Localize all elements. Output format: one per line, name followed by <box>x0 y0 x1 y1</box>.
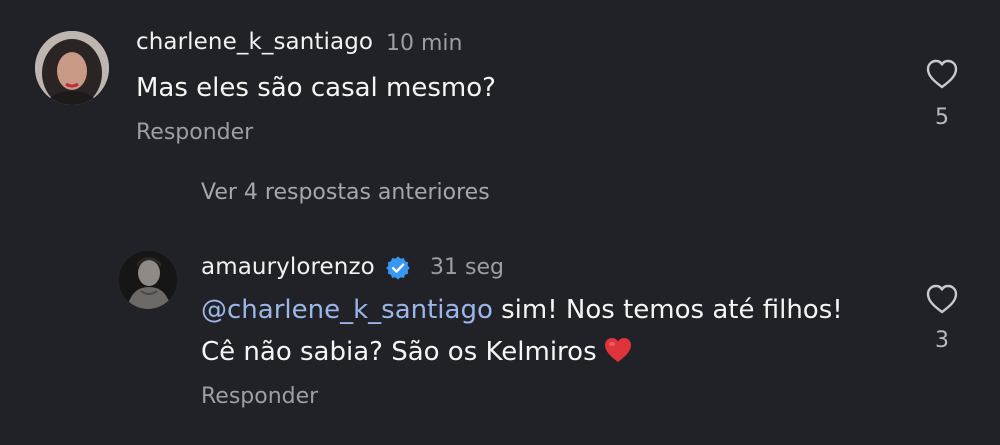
like-count: 5 <box>935 105 949 130</box>
verified-badge-icon <box>385 255 411 281</box>
user-photo-avatar <box>119 251 177 309</box>
view-previous-replies-link[interactable]: Ver 4 respostas anteriores <box>201 180 490 205</box>
reply-text-line-2: Cê não sabia? São os Kelmiros <box>201 332 633 372</box>
reply-username[interactable]: amaurylorenzo <box>201 254 375 280</box>
like-button[interactable] <box>925 283 959 315</box>
reply-timestamp: 31 seg <box>430 255 504 280</box>
comment-thread: charlene_k_santiago 10 min Mas eles são … <box>0 0 1000 445</box>
mention-link[interactable]: @charlene_k_santiago <box>201 295 493 325</box>
comment-username[interactable]: charlene_k_santiago <box>136 29 373 55</box>
reply-text-line-1: @charlene_k_santiago sim! Nos temos até … <box>201 290 843 330</box>
like-button[interactable] <box>925 58 959 90</box>
reply-text-segment: sim! Nos temos até filhos! <box>492 295 843 325</box>
user-photo-avatar <box>35 31 109 105</box>
avatar[interactable] <box>35 31 109 105</box>
reply-text-segment: Cê não sabia? São os Kelmiros <box>201 337 597 367</box>
heart-outline-icon <box>926 284 958 314</box>
avatar[interactable] <box>119 251 177 309</box>
reply-button[interactable]: Responder <box>201 384 318 409</box>
red-heart-emoji <box>603 336 633 364</box>
like-count: 3 <box>935 328 949 353</box>
comment-text: Mas eles são casal mesmo? <box>136 73 496 103</box>
reply-button[interactable]: Responder <box>136 120 253 145</box>
comment-timestamp: 10 min <box>386 31 463 56</box>
heart-outline-icon <box>926 59 958 89</box>
